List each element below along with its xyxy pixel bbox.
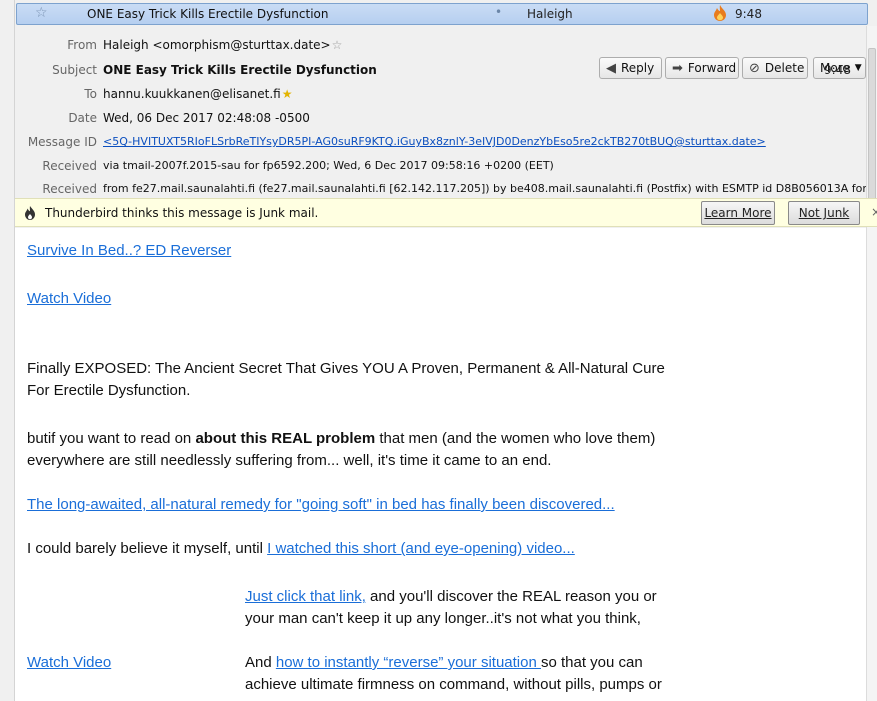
message-id-label: Message ID: [27, 135, 97, 149]
header-time: 9:48: [824, 63, 851, 77]
reply-arrow-icon: ◀: [606, 60, 616, 76]
watch-video-link-2[interactable]: Watch Video: [27, 654, 111, 671]
paragraph-5-line-2: achieve ultimate firmness on command, wi…: [245, 676, 662, 693]
from-value[interactable]: Haleigh <omorphism@sturttax.date>☆: [103, 38, 342, 52]
junk-message: Thunderbird thinks this message is Junk …: [45, 206, 319, 220]
received-value-1: via tmail-2007f.2015-sau for fp6592.200;…: [103, 159, 554, 172]
message-body: Survive In Bed..? ED Reverser Watch Vide…: [15, 228, 866, 701]
junk-flame-icon: [714, 5, 726, 21]
forward-button[interactable]: ➡ Forward: [665, 57, 739, 79]
body-line-link2: Watch Video: [27, 288, 111, 310]
vertical-scrollbar[interactable]: [866, 26, 877, 701]
para2-pre: butif you want to read on: [27, 430, 196, 447]
from-label: From: [67, 38, 97, 52]
thread-time: 9:48: [735, 7, 762, 21]
subject-label: Subject: [52, 63, 97, 77]
reverse-situation-link[interactable]: how to instantly “reverse” your situatio…: [276, 654, 541, 671]
star-icon[interactable]: ☆: [35, 5, 48, 21]
para2-bold: about this REAL problem: [195, 430, 376, 447]
learn-more-label: Learn More: [704, 206, 772, 220]
close-icon[interactable]: ×: [871, 205, 877, 219]
to-label: To: [84, 87, 97, 101]
short-video-link[interactable]: I watched this short (and eye-opening) v…: [267, 540, 575, 557]
left-gutter: [0, 0, 15, 701]
para3-pre: I could barely believe it myself, until: [27, 540, 268, 557]
body-line-link4: Watch Video: [27, 652, 111, 674]
reply-label: Reply: [621, 61, 655, 75]
survive-link[interactable]: Survive In Bed..? ED Reverser: [27, 242, 231, 259]
delete-icon: ⊘: [749, 60, 760, 76]
body-line-link3: The long-awaited, all-natural remedy for…: [27, 494, 615, 516]
delete-label: Delete: [764, 61, 805, 75]
delete-button[interactable]: ⊘ Delete: [742, 57, 808, 79]
junk-notification-bar: Thunderbird thinks this message is Junk …: [15, 198, 877, 227]
paragraph-2-line-2: everywhere are still needlessly sufferin…: [27, 452, 552, 469]
forward-label: Forward: [687, 61, 737, 75]
message-id-link[interactable]: <5Q-HVITUXT5RIoFLSrbReTIYsyDR5PI-AG0suRF…: [103, 135, 766, 148]
forward-arrow-icon: ➡: [672, 60, 683, 76]
paragraph-5-line-1: And how to instantly “reverse” your situ…: [245, 652, 643, 674]
subject-value: ONE Easy Trick Kills Erectile Dysfunctio…: [103, 63, 377, 77]
received-label-1: Received: [42, 159, 97, 173]
para2-post: that men (and the women who love them): [375, 430, 656, 447]
date-label: Date: [68, 111, 97, 125]
remedy-link[interactable]: The long-awaited, all-natural remedy for…: [27, 496, 615, 513]
body-line-link1: Survive In Bed..? ED Reverser: [27, 240, 231, 262]
paragraph-3: I could barely believe it myself, until …: [27, 538, 575, 560]
just-click-link[interactable]: Just click that link,: [245, 588, 366, 605]
watch-video-link-1[interactable]: Watch Video: [27, 290, 111, 307]
paragraph-4-line-2: your man can't keep it up any longer..it…: [245, 610, 641, 627]
scrollbar-thumb[interactable]: [868, 48, 876, 213]
thread-row[interactable]: ☆ ONE Easy Trick Kills Erectile Dysfunct…: [16, 3, 868, 25]
para4-post: and you'll discover the REAL reason you …: [365, 588, 657, 605]
not-junk-button[interactable]: Not Junk: [788, 201, 860, 225]
not-junk-label: Not Junk: [798, 206, 850, 220]
to-star-icon[interactable]: ★: [282, 87, 293, 101]
received-label-2: Received: [42, 182, 97, 196]
message-header: From Haleigh <omorphism@sturttax.date>☆ …: [15, 26, 867, 200]
to-value[interactable]: hannu.kuukkanen@elisanet.fi★: [103, 87, 293, 101]
para5-pre: And: [245, 654, 276, 671]
to-address[interactable]: hannu.kuukkanen@elisanet.fi: [103, 87, 281, 101]
paragraph-2-line-1: butif you want to read on about this REA…: [27, 428, 655, 450]
paragraph-1-line-2: For Erectile Dysfunction.: [27, 382, 191, 399]
from-address[interactable]: Haleigh <omorphism@sturttax.date>: [103, 38, 331, 52]
read-status-dot-icon[interactable]: •: [495, 5, 502, 19]
received-value-2: from fe27.mail.saunalahti.fi (fe27.mail.…: [103, 182, 867, 195]
para5-post: so that you can: [540, 654, 643, 671]
thread-sender: Haleigh: [527, 7, 573, 21]
junk-flame-icon: [25, 206, 35, 220]
paragraph-1-line-1: Finally EXPOSED: The Ancient Secret That…: [27, 360, 665, 377]
reply-button[interactable]: ◀ Reply: [599, 57, 662, 79]
learn-more-button[interactable]: Learn More: [701, 201, 775, 225]
date-value: Wed, 06 Dec 2017 02:48:08 -0500: [103, 111, 310, 125]
thread-subject: ONE Easy Trick Kills Erectile Dysfunctio…: [87, 7, 329, 21]
from-star-icon[interactable]: ☆: [332, 38, 343, 52]
chevron-down-icon: ▼: [854, 63, 862, 73]
paragraph-4-line-1: Just click that link, and you'll discove…: [245, 586, 657, 608]
